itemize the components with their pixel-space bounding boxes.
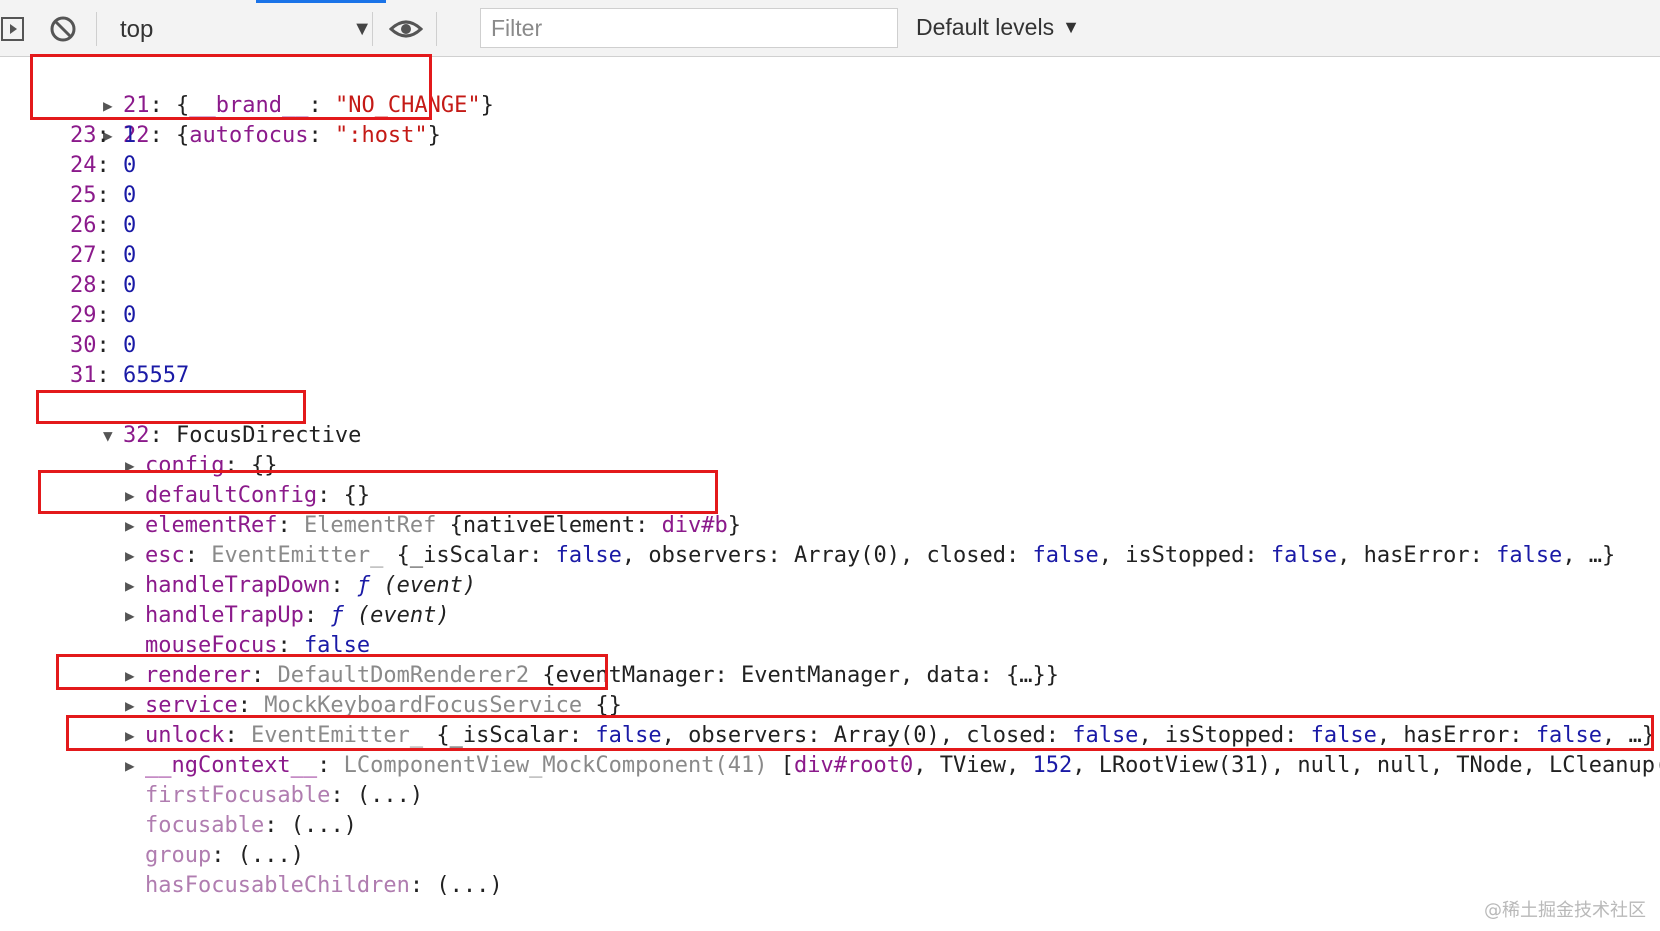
clear-console-icon[interactable] [46, 12, 80, 46]
property-firstFocusable[interactable]: firstFocusable: (...) [92, 751, 423, 808]
highlight-box [38, 470, 718, 514]
element-value: div#root0 [794, 753, 914, 778]
number-value: 0 [123, 213, 137, 238]
property-value: , hasError: [1337, 543, 1497, 568]
brace: } [427, 123, 441, 148]
boolean-value: false [1270, 543, 1338, 568]
console-toolbar: top ▼ Default levels ▼ [0, 0, 1660, 57]
sidebar-toggle-icon[interactable] [0, 12, 26, 46]
property-mouseFocus: mouseFocus: false [144, 633, 371, 658]
property-group[interactable]: group: (...) [92, 811, 304, 868]
highlight-box [36, 390, 306, 424]
separator: : [308, 123, 335, 148]
property-hasFocusableChildren[interactable]: hasFocusableChildren: (...) [92, 841, 503, 898]
property-esc[interactable]: ▶ esc: EventEmitter_ {_isScalar: false, o… [72, 511, 1615, 568]
filter-input[interactable] [480, 8, 898, 48]
brace: { [175, 123, 190, 148]
number-value: 0 [123, 333, 137, 358]
highlight-box [66, 715, 1654, 751]
brace: } [480, 93, 494, 118]
property-partial: hasRegisteredFocus: (...) [92, 871, 476, 881]
console-entry-25: 25: 0 [70, 183, 137, 208]
boolean-value: false [1496, 543, 1563, 568]
entry-index: 31 [70, 363, 97, 388]
entry-index: 30 [70, 333, 97, 358]
entry-index: 27 [70, 243, 97, 268]
property-handleTrapDown[interactable]: ▶ handleTrapDown: ƒ (event) [72, 541, 476, 598]
eye-icon[interactable] [388, 12, 424, 46]
console-entry-29: 29: 0 [70, 303, 137, 328]
property-key: autofocus [189, 123, 309, 148]
entry-index: 29 [70, 303, 97, 328]
chevron-down-icon: ▼ [352, 18, 372, 40]
number-value: 1 [123, 123, 137, 148]
entry-index: 28 [70, 273, 97, 298]
console-entry-23: 23: 1 [70, 123, 137, 148]
number-value: 0 [123, 153, 137, 178]
entry-index: 25 [70, 183, 97, 208]
boolean-value: false [555, 543, 622, 568]
property-value: , isStopped: [1098, 543, 1271, 568]
number-value: 0 [123, 243, 137, 268]
highlight-box [30, 54, 432, 120]
property-config[interactable]: ▶ config: {} [72, 421, 277, 478]
console-entry-27: 27: 0 [70, 243, 137, 268]
getter-value[interactable]: (...) [357, 783, 423, 808]
property-value: [ [780, 753, 795, 778]
chevron-down-icon: ▼ [1062, 17, 1080, 37]
highlight-box [56, 654, 608, 690]
console-entry-28: 28: 0 [70, 273, 137, 298]
console-entry-26: 26: 0 [70, 213, 137, 238]
context-label: top [120, 16, 154, 43]
console-entry-24: 24: 0 [70, 153, 137, 178]
property-value: , observers: Array(0), closed: [621, 543, 1033, 568]
toolbar-divider [436, 12, 437, 46]
console-output: ▶ 21: {__brand__: "NO_CHANGE"} ▶ 22: {auto… [0, 54, 1660, 928]
log-levels-dropdown[interactable]: Default levels ▼ [916, 14, 1080, 41]
property-value: , LRootView(31), null, null, TNode, LCle… [1072, 753, 1660, 778]
number-value: 0 [123, 273, 137, 298]
string-value: ":host" [334, 123, 428, 148]
number-value: 152 [1032, 753, 1073, 778]
number-value: 0 [123, 183, 137, 208]
console-entry-30: 30: 0 [70, 333, 137, 358]
context-selector[interactable]: top ▼ [120, 12, 380, 48]
toolbar-divider [96, 12, 97, 46]
console-entry-31: 31: 65557 [70, 363, 190, 388]
number-value: 65557 [123, 363, 190, 388]
boolean-value: false [1032, 543, 1099, 568]
active-tab-indicator [256, 0, 386, 3]
number-value: 0 [123, 303, 137, 328]
entry-index: 23 [70, 123, 97, 148]
entry-index: 24 [70, 153, 97, 178]
property-handleTrapUp[interactable]: ▶ handleTrapUp: ƒ (event) [72, 571, 450, 628]
entry-index: 26 [70, 213, 97, 238]
property-value: , …} [1562, 543, 1616, 568]
log-levels-label: Default levels [916, 14, 1055, 40]
watermark: @稀土掘金技术社区 [1484, 900, 1646, 921]
property-value: , TView, [913, 753, 1033, 778]
toolbar-divider [372, 12, 373, 46]
property-focusable[interactable]: focusable: (...) [92, 781, 357, 838]
